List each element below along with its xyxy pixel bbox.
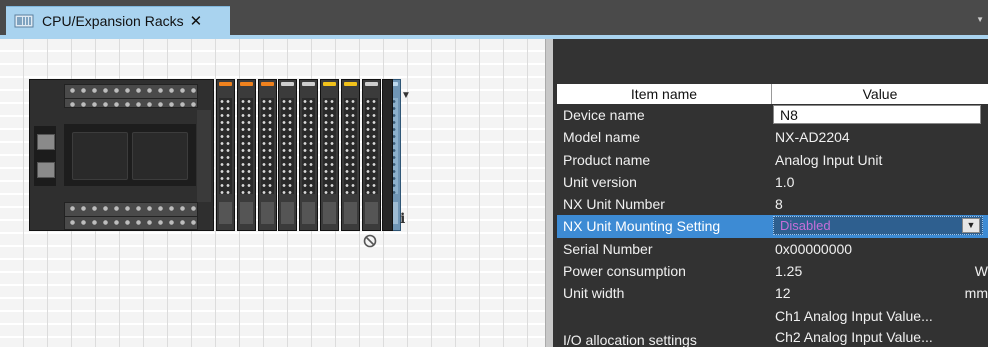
cpu-terminal-strip [64, 216, 198, 230]
end-cover [382, 79, 393, 231]
module-foot [323, 202, 336, 224]
cpu-body [64, 124, 196, 186]
property-row-unit-version[interactable]: Unit version 1.0 [557, 170, 988, 194]
property-value: Analog Input Unit [775, 151, 883, 168]
module-status-led [281, 82, 295, 86]
property-value: 8 [775, 196, 783, 213]
tab-label: CPU/Expansion Racks [42, 13, 184, 29]
module-status-led [239, 82, 253, 86]
property-row-nx-unit-number[interactable]: NX Unit Number 8 [557, 193, 988, 216]
rack-icon [14, 13, 34, 29]
ethernet-port-icon [37, 162, 55, 178]
unit-label: mm [964, 285, 988, 302]
module-foot [364, 202, 378, 224]
module-status-led [219, 82, 232, 86]
property-name: Unit width [563, 285, 625, 302]
io-module[interactable] [257, 79, 277, 231]
property-row-serial-number[interactable]: Serial Number 0x00000000 [557, 237, 988, 261]
module-terminal-pads [239, 98, 253, 194]
property-row-device-name[interactable]: Device name [557, 104, 988, 127]
property-name: NX Unit Mounting Setting [557, 215, 768, 238]
unit-label: W [974, 263, 988, 280]
io-module[interactable] [278, 79, 298, 231]
module-foot [260, 202, 274, 224]
property-value: 1.0 [775, 173, 795, 190]
device-name-input[interactable] [773, 105, 981, 124]
module-status-led [260, 82, 274, 86]
property-row-model-name[interactable]: Model name NX-AD2204 [557, 126, 988, 149]
property-name: Unit version [563, 173, 637, 190]
ethernet-port-icon [37, 134, 55, 150]
cpu-side-panel [197, 110, 211, 202]
property-value: 12 [775, 285, 791, 302]
module-foot [239, 202, 253, 224]
io-module[interactable] [236, 79, 256, 231]
module-terminal-pads [260, 98, 274, 194]
property-name: Product name [563, 151, 651, 168]
property-row-power-consumption[interactable]: Power consumption 1.25 W [557, 260, 988, 283]
property-row-mounting-setting[interactable]: NX Unit Mounting Setting Disabled ▼ [557, 215, 988, 238]
io-module[interactable] [216, 79, 235, 231]
unit-info-icon[interactable]: i [400, 211, 405, 227]
module-terminal-pads [281, 98, 295, 194]
cpu-unit[interactable] [29, 79, 214, 231]
property-value: 0x00000000 [775, 240, 853, 257]
module-status-led [364, 82, 378, 86]
cpu-cover [72, 132, 128, 180]
property-grid: Item name Value Device name Model name N… [557, 84, 988, 348]
ethernet-ports [34, 126, 56, 186]
property-name: Serial Number [563, 240, 653, 257]
io-module[interactable] [320, 79, 339, 231]
property-row-unit-width[interactable]: Unit width 12 mm [557, 282, 988, 305]
module-foot [343, 202, 357, 224]
tab-cpu-expansion-racks[interactable]: CPU/Expansion Racks ✕ [6, 6, 230, 35]
io-allocation-value[interactable]: Ch1 Analog Input Value... [775, 305, 933, 327]
rack-graphic [29, 79, 402, 231]
select-value: Disabled [780, 218, 831, 234]
rack-scroll-down-icon[interactable]: ▼ [400, 90, 412, 101]
property-name: Model name [563, 129, 641, 146]
close-icon[interactable]: ✕ [190, 12, 203, 30]
disabled-icon [363, 234, 377, 248]
rack-canvas[interactable]: ▼ i [0, 39, 545, 347]
column-header-value: Value [862, 86, 898, 102]
grid-header: Item name Value [557, 84, 988, 104]
module-foot [219, 202, 232, 224]
module-foot [281, 202, 295, 224]
io-module[interactable] [340, 79, 360, 231]
properties-panel: Item name Value Device name Model name N… [553, 39, 988, 348]
mounting-setting-select[interactable]: Disabled ▼ [773, 216, 983, 236]
document-tab-bar: CPU/Expansion Racks ✕ ▼ [0, 0, 988, 35]
property-name: Power consumption [563, 263, 686, 280]
io-module[interactable] [299, 79, 319, 231]
module-terminal-pads [302, 98, 316, 194]
module-status-led [323, 82, 336, 86]
module-terminal-pads [323, 98, 336, 194]
io-module[interactable] [361, 79, 381, 231]
cpu-cover [132, 132, 188, 180]
module-terminal-pads [343, 98, 357, 194]
property-name: Device name [563, 107, 645, 123]
module-foot [302, 202, 316, 224]
chevron-down-icon[interactable]: ▼ [962, 218, 980, 234]
property-name: I/O allocation settings [563, 331, 697, 348]
property-name: NX Unit Number [563, 196, 665, 213]
module-status-led [302, 82, 316, 86]
column-header-item-name: Item name [557, 84, 772, 104]
module-status-led [343, 82, 357, 86]
property-value: 1.25 [775, 263, 803, 280]
property-value: NX-AD2204 [775, 129, 850, 146]
module-terminal-pads [364, 98, 378, 194]
module-terminal-pads [219, 98, 232, 194]
cpu-terminal-strip [64, 98, 198, 108]
property-row-product-name[interactable]: Product name Analog Input Unit [557, 148, 988, 171]
tab-overflow-icon[interactable]: ▼ [976, 15, 984, 24]
io-allocation-value[interactable]: Ch2 Analog Input Value... [775, 326, 933, 348]
property-row-io-allocation[interactable]: I/O allocation settings Ch1 Analog Input… [557, 304, 988, 348]
